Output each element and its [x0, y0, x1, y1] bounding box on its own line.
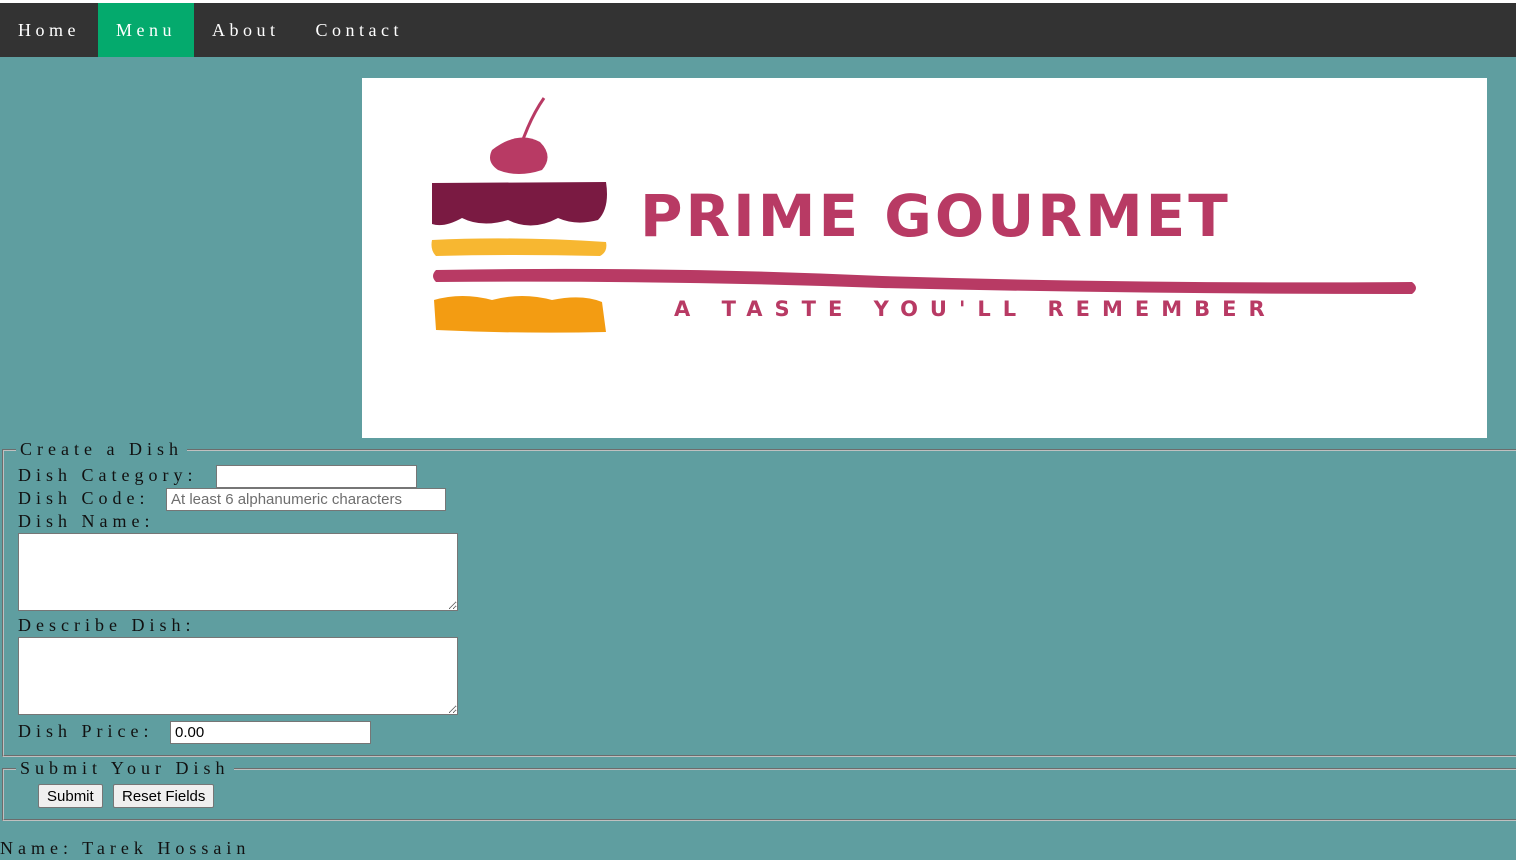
dish-code-label: Dish Code: [18, 488, 150, 508]
dish-price-input[interactable] [170, 721, 371, 744]
dish-category-label: Dish Category: [18, 465, 198, 485]
submit-button[interactable]: Submit [38, 784, 103, 808]
dish-name-textarea[interactable] [18, 533, 458, 611]
dish-name-label: Dish Name: [18, 511, 155, 531]
cake-layer-dark-icon [432, 182, 607, 226]
nav-contact-link[interactable]: Contact [298, 3, 422, 57]
author-name-text: Name: Tarek Hossain [0, 838, 251, 858]
brand-tagline-text: A TASTE YOU'LL REMEMBER [674, 297, 1277, 321]
cake-layer-orange-icon [434, 296, 606, 333]
prime-gourmet-logo: PRIME GOURMET A TASTE YOU'LL REMEMBER [431, 97, 1416, 333]
describe-dish-textarea[interactable] [18, 637, 458, 715]
dish-code-input[interactable] [166, 488, 446, 511]
brand-banner: PRIME GOURMET A TASTE YOU'LL REMEMBER [362, 78, 1487, 438]
cake-layer-yellow-icon [431, 238, 607, 256]
dish-price-label: Dish Price: [18, 721, 154, 741]
submit-dish-fieldset: Submit Your Dish [2, 758, 1516, 821]
nav-home-link[interactable]: Home [0, 3, 98, 57]
reset-fields-button[interactable]: Reset Fields [113, 784, 215, 808]
create-dish-legend: Create a Dish [20, 439, 183, 459]
top-navbar: Home Menu About Contact [0, 3, 1516, 57]
describe-dish-label: Describe Dish: [18, 615, 196, 635]
wavy-stroke-icon [433, 268, 1416, 294]
nav-about-link[interactable]: About [194, 3, 298, 57]
cherry-icon [490, 137, 548, 174]
submit-dish-legend: Submit Your Dish [20, 758, 230, 778]
nav-menu-link[interactable]: Menu [98, 3, 194, 57]
dish-category-input[interactable] [216, 465, 417, 488]
brand-name-text: PRIME GOURMET [640, 182, 1231, 250]
